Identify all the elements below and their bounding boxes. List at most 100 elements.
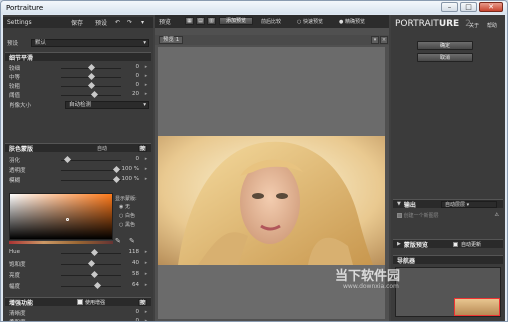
auto-update-checkbox[interactable]	[453, 241, 458, 247]
enhance-value[interactable]: 0	[119, 318, 140, 321]
full-preview-radio[interactable]: ● 精确预览	[339, 18, 365, 25]
output-dropdown[interactable]: 自动层层 ▾	[441, 201, 497, 208]
detail-slider-thumb[interactable]	[87, 81, 96, 90]
eyedropper-add-icon[interactable]: ✎	[129, 237, 135, 245]
presets-button[interactable]: 预设	[95, 18, 107, 27]
close-tab-icon[interactable]: ×	[380, 36, 388, 44]
mask-section-header[interactable]: 肤色蒙版 自动 按	[5, 143, 151, 153]
portrait-size-dropdown[interactable]: 自动检测 ▾	[65, 101, 149, 109]
tab-menu-icon[interactable]: ▾	[371, 36, 379, 44]
hsl-value[interactable]: 118	[119, 249, 140, 255]
hsl-slider-thumb[interactable]	[90, 248, 99, 257]
maximize-button[interactable]: □	[460, 2, 477, 12]
hue-strip[interactable]	[9, 241, 113, 244]
preset-dropdown[interactable]: 默认 ▾	[31, 39, 149, 47]
hsl-slider-track[interactable]	[61, 286, 121, 287]
mask-mode-value[interactable]: 自动	[97, 145, 107, 152]
mask-slider-track[interactable]	[61, 180, 121, 181]
mask-slider-thumb[interactable]	[63, 155, 72, 164]
expand-arrow-icon[interactable]: ▸	[143, 309, 149, 315]
enhance-label: 柔和度	[9, 318, 26, 321]
enhance-pick-button[interactable]: 按	[138, 298, 147, 306]
preview-image[interactable]	[158, 136, 385, 265]
about-button[interactable]: 关于	[469, 22, 479, 29]
expand-arrow-icon[interactable]: ▸	[143, 260, 149, 266]
enhance-value[interactable]: 0	[119, 309, 140, 315]
detail-slider-thumb[interactable]	[87, 72, 96, 81]
redo-icon[interactable]: ↷	[127, 19, 132, 26]
expand-arrow-icon[interactable]: ▸	[143, 249, 149, 255]
minimize-button[interactable]: –	[441, 2, 458, 12]
expand-arrow-icon[interactable]: ▸	[143, 156, 149, 162]
add-preview-button[interactable]: 添加预览	[219, 17, 253, 25]
single-view-icon[interactable]: ▦	[185, 17, 194, 25]
eyedropper-icon[interactable]: ✎	[115, 237, 121, 245]
detail-value[interactable]: 0	[119, 64, 140, 70]
navigator-header[interactable]: 导航器	[393, 255, 503, 265]
display-mask-radio[interactable]: ◉ 无	[119, 203, 130, 210]
hsl-value[interactable]: 40	[119, 260, 139, 266]
expand-arrow-icon[interactable]: ▸	[143, 64, 149, 70]
mask-value[interactable]: 0	[119, 156, 140, 162]
side-by-side-icon[interactable]: ▥	[207, 17, 216, 25]
logo-text-bold: URE	[438, 19, 460, 29]
mask-slider-track[interactable]	[61, 170, 121, 171]
mask-value[interactable]: 100 %	[119, 166, 139, 172]
color-picker-area[interactable]	[9, 193, 113, 240]
undo-icon[interactable]: ↶	[115, 19, 120, 26]
expand-arrow-icon[interactable]: ▸	[143, 282, 149, 288]
split-view-icon[interactable]: ▤	[196, 17, 205, 25]
expand-arrow-icon[interactable]: ▸	[143, 271, 149, 277]
hsl-label: 幅度	[9, 284, 21, 290]
new-layer-checkbox[interactable]	[397, 213, 402, 218]
right-panel: PORTRAITURE 2 关于 帮助 确定 取消 ▼ 输出 自动层层 ▾ 创建…	[391, 15, 505, 321]
hsl-slider-thumb[interactable]	[87, 259, 96, 268]
close-button[interactable]: ✕	[479, 2, 503, 12]
mask-value[interactable]: 100 %	[119, 176, 139, 182]
detail-section-header[interactable]: 细节平滑	[5, 52, 151, 62]
expand-arrow-icon[interactable]: ▸	[143, 82, 149, 88]
preview-toolbar: 预览 ▦ ▤ ▥ 添加预览 前后比较 ○ 快速预览 ● 精确预览	[155, 15, 389, 28]
compare-button[interactable]: 前后比较	[261, 18, 281, 25]
mask-pick-button[interactable]: 按	[138, 144, 147, 152]
help-button[interactable]: 帮助	[487, 22, 497, 29]
hsl-row: 饱和度 40 ▸	[9, 259, 149, 268]
menu-icon[interactable]: ▾	[141, 19, 144, 26]
product-logo: PORTRAITURE 2	[395, 19, 471, 29]
navigator-viewport[interactable]	[454, 298, 500, 316]
mask-preview-header[interactable]: ▶ 蒙版预览 自动更新	[393, 239, 503, 249]
save-button[interactable]: 保存	[71, 18, 83, 27]
detail-slider-thumb[interactable]	[87, 63, 96, 72]
ok-button[interactable]: 确定	[417, 41, 473, 50]
detail-slider-thumb[interactable]	[90, 90, 99, 99]
detail-row: 较细 0 ▸	[9, 63, 149, 72]
hsl-row: Hue 118 ▸	[9, 248, 149, 257]
warning-icon: ⚠	[494, 212, 499, 218]
display-mask-label: 显示蒙版:	[115, 196, 137, 202]
hsl-label: 亮度	[9, 273, 21, 279]
expand-arrow-icon[interactable]: ▸	[143, 176, 149, 182]
hsl-value[interactable]: 64	[119, 282, 139, 288]
color-picker-cursor[interactable]	[66, 218, 69, 221]
hsl-slider-thumb[interactable]	[93, 281, 102, 290]
display-mask-radio[interactable]: ○ 白色	[119, 212, 135, 219]
display-mask-radio[interactable]: ○ 黑色	[119, 221, 135, 228]
enhance-checkbox[interactable]	[77, 299, 83, 305]
detail-value[interactable]: 0	[119, 73, 140, 79]
expand-arrow-icon[interactable]: ▸	[143, 91, 149, 97]
output-section-header[interactable]: ▼ 输出 自动层层 ▾	[393, 199, 503, 209]
expand-arrow-icon[interactable]: ▸	[143, 166, 149, 172]
hsl-slider-thumb[interactable]	[90, 270, 99, 279]
detail-value[interactable]: 20	[119, 91, 139, 97]
mask-row: 羽化 0 ▸	[9, 155, 149, 164]
navigator-box[interactable]	[395, 267, 501, 317]
preset-value: 默认	[35, 40, 47, 46]
cancel-button[interactable]: 取消	[417, 53, 473, 62]
tab-preview-1[interactable]: 预览 1	[159, 36, 183, 44]
expand-arrow-icon[interactable]: ▸	[143, 318, 149, 321]
expand-arrow-icon[interactable]: ▸	[143, 73, 149, 79]
hsl-value[interactable]: 58	[119, 271, 139, 277]
enhance-section-header[interactable]: 增强功能 使用增强 按	[5, 297, 151, 307]
detail-value[interactable]: 0	[119, 82, 140, 88]
fast-preview-radio[interactable]: ○ 快速预览	[297, 18, 323, 25]
